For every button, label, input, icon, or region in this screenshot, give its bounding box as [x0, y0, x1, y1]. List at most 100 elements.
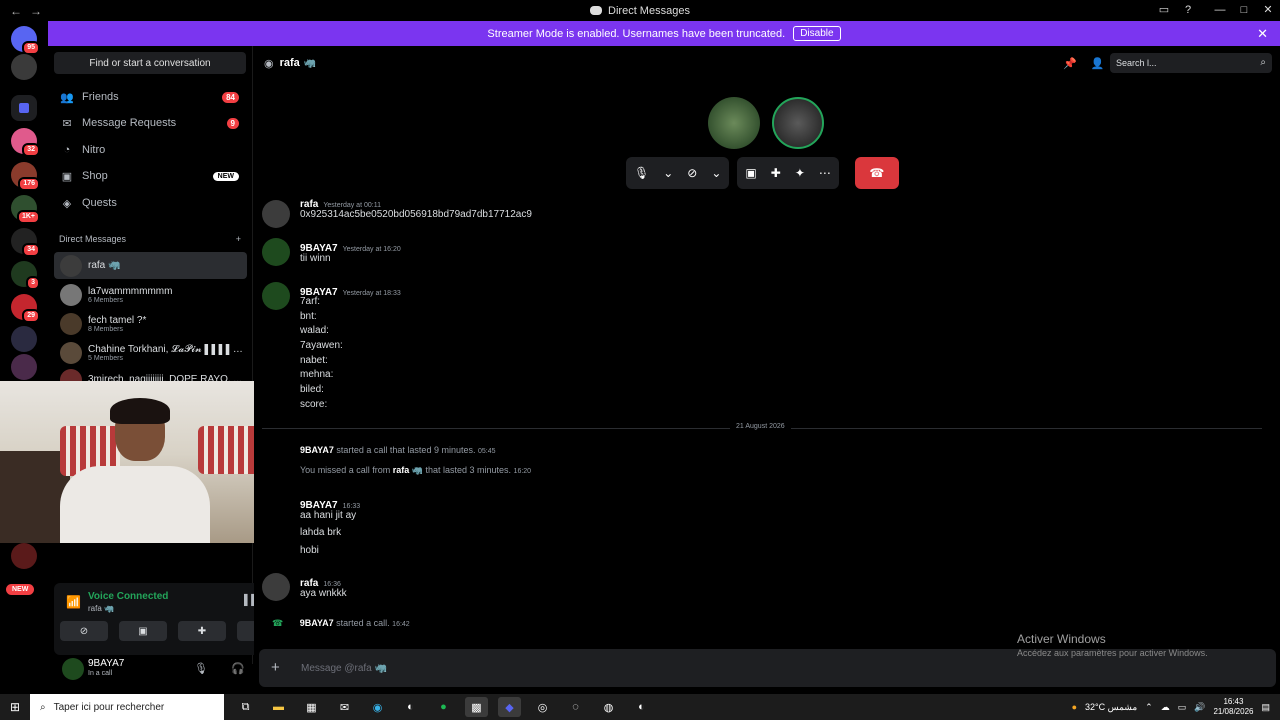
steam-icon[interactable]: ◐: [630, 697, 653, 717]
server-icon[interactable]: 34: [11, 228, 40, 257]
app-icon[interactable]: ▩: [465, 697, 488, 717]
soundboard-icon[interactable]: ✦: [795, 166, 805, 180]
home-button[interactable]: 95: [11, 26, 40, 55]
app-icon[interactable]: ◌: [564, 697, 587, 717]
store-icon[interactable]: ▦: [300, 697, 323, 717]
windows-start-icon[interactable]: ⊞: [0, 700, 30, 714]
dm-item[interactable]: Chahine Torkhani, 𝓛𝓪𝓟𝓲𝓷 ▌▌▌▌▌▌... 5 Membe…: [54, 339, 247, 366]
weather-text[interactable]: 32°C مشمس: [1085, 702, 1137, 713]
chrome-icon[interactable]: ◎: [531, 697, 554, 717]
maximize-button[interactable]: □: [1232, 0, 1256, 21]
sidebar-item-nitro[interactable]: ◔ Nitro: [54, 138, 247, 162]
avatar[interactable]: [262, 282, 290, 310]
screen-share-button[interactable]: ▣: [119, 621, 167, 641]
discord-icon[interactable]: ◆: [498, 697, 521, 717]
microphone-icon[interactable]: 🎙: [194, 662, 208, 675]
message-timestamp: Yesterday at 16:20: [342, 246, 401, 253]
inbox-icon[interactable]: ▭: [1152, 0, 1176, 21]
avatar[interactable]: [262, 200, 290, 228]
mail-icon[interactable]: ✉: [333, 697, 356, 717]
sidebar-item-quests[interactable]: ◈ Quests: [54, 191, 247, 215]
mic-camera-group: 🎙 ⌄ ⊘ ⌄: [626, 157, 730, 189]
voice-actions: ⊘ ▣ ✚ ✦: [60, 621, 285, 641]
windows-activation-subtitle: Accédez aux paramètres pour activer Wind…: [1017, 648, 1208, 658]
taskbar-search[interactable]: ⌕ Taper ici pour rechercher: [30, 694, 224, 720]
folder-glyph: [19, 103, 29, 113]
volume-icon[interactable]: 🔊: [1194, 702, 1205, 713]
count-badge: 9: [226, 117, 239, 129]
forward-arrow-icon[interactable]: →: [30, 4, 42, 18]
avatar: [60, 312, 82, 335]
avatar[interactable]: [262, 238, 290, 266]
app-icon[interactable]: ◍: [597, 697, 620, 717]
call-system-message: 9BAYA7 started a call that lasted 9 minu…: [300, 445, 496, 455]
voice-channel[interactable]: rafa 🦏: [88, 604, 114, 613]
clock[interactable]: 16:43 21/08/2026: [1213, 697, 1253, 717]
steam-icon[interactable]: ◐: [399, 697, 422, 717]
search-input[interactable]: Search l... ⌕: [1110, 53, 1272, 73]
call-participant-avatar[interactable]: [708, 97, 760, 149]
avatar[interactable]: [262, 573, 290, 601]
network-icon[interactable]: ▭: [1178, 702, 1187, 713]
microphone-icon[interactable]: 🎙: [634, 166, 649, 180]
webcam-person-body: [60, 466, 210, 543]
sidebar-item-shop[interactable]: ▣ Shop NEW: [54, 164, 247, 188]
minimize-button[interactable]: —: [1208, 0, 1232, 21]
more-options-icon[interactable]: ⋯: [819, 166, 831, 180]
message-text: aya wnkkk: [300, 588, 347, 599]
camera-off-button[interactable]: ⊘: [60, 621, 108, 641]
sidebar-item-friends[interactable]: 👥 Friends 84: [54, 85, 247, 109]
help-icon[interactable]: ?: [1176, 0, 1200, 21]
chevron-down-icon[interactable]: ⌄: [663, 166, 673, 180]
server-icon[interactable]: 176: [11, 162, 40, 191]
edge-icon[interactable]: ◉: [366, 697, 389, 717]
call-controls: 🎙 ⌄ ⊘ ⌄ ▣ ✚ ✦ ⋯ ☎: [626, 157, 899, 189]
pin-icon[interactable]: 📌: [1063, 57, 1077, 70]
spotify-icon[interactable]: ●: [432, 697, 455, 717]
add-dm-icon[interactable]: +: [236, 234, 241, 244]
screen-share-icon[interactable]: ▣: [745, 166, 756, 180]
close-banner-icon[interactable]: ✕: [1257, 26, 1268, 42]
cloud-icon[interactable]: ☁: [1161, 702, 1170, 713]
call-participant-avatar-speaking[interactable]: [772, 97, 824, 149]
server-icon[interactable]: [11, 95, 37, 121]
dm-item[interactable]: fech tamel ?* 8 Members: [54, 310, 247, 337]
server-icon[interactable]: 1K+: [11, 195, 40, 224]
headphones-icon[interactable]: 🎧: [231, 662, 245, 675]
server-icon[interactable]: [11, 354, 37, 380]
system-actor[interactable]: rafa 🦏: [393, 465, 423, 475]
dm-name: Chahine Torkhani, 𝓛𝓪𝓟𝓲𝓷 ▌▌▌▌▌▌...: [88, 343, 243, 355]
task-view-icon[interactable]: ⧉: [234, 697, 257, 717]
add-attachment-icon[interactable]: +: [271, 659, 280, 676]
chevron-up-icon[interactable]: ⌃: [1145, 702, 1153, 713]
disable-streamer-mode-button[interactable]: Disable: [793, 26, 841, 41]
activities-button[interactable]: ✚: [178, 621, 226, 641]
dm-item-rafa[interactable]: rafa 🦏: [54, 252, 247, 279]
message-text: tii winn: [300, 253, 331, 264]
close-window-button[interactable]: ✕: [1256, 0, 1280, 21]
dm-item[interactable]: la7wammmmmmm 6 Members: [54, 281, 247, 308]
back-arrow-icon[interactable]: ←: [10, 4, 22, 18]
find-conversation-button[interactable]: Find or start a conversation: [54, 52, 246, 74]
avatar[interactable]: [62, 658, 84, 680]
camera-off-icon[interactable]: ⊘: [687, 166, 697, 180]
system-actor[interactable]: 9BAYA7: [300, 618, 334, 628]
hang-up-button[interactable]: ☎: [854, 157, 899, 189]
server-icon[interactable]: 29: [11, 294, 40, 323]
activities-icon[interactable]: ✚: [771, 166, 781, 180]
server-icon[interactable]: 3: [11, 261, 40, 290]
sidebar-item-message-requests[interactable]: ✉ Message Requests 9: [54, 111, 247, 135]
notifications-icon[interactable]: ▤: [1261, 702, 1270, 713]
taskbar: ⊞ ⌕ Taper ici pour rechercher ⧉ ▬ ▦ ✉ ◉ …: [0, 694, 1280, 720]
server-icon[interactable]: [11, 54, 37, 80]
server-icon[interactable]: [11, 326, 37, 352]
dm-members: 5 Members: [88, 354, 124, 362]
server-icon[interactable]: [11, 543, 37, 569]
window-titlebar: ← → Direct Messages ▭ ? — □ ✕: [0, 0, 1280, 21]
file-explorer-icon[interactable]: ▬: [267, 697, 290, 717]
server-icon[interactable]: 32: [11, 128, 40, 157]
chevron-down-icon[interactable]: ⌄: [711, 166, 721, 180]
signal-icon[interactable]: 📶: [66, 595, 81, 609]
system-actor[interactable]: 9BAYA7: [300, 445, 334, 455]
add-friend-icon[interactable]: 👤: [1091, 57, 1105, 70]
